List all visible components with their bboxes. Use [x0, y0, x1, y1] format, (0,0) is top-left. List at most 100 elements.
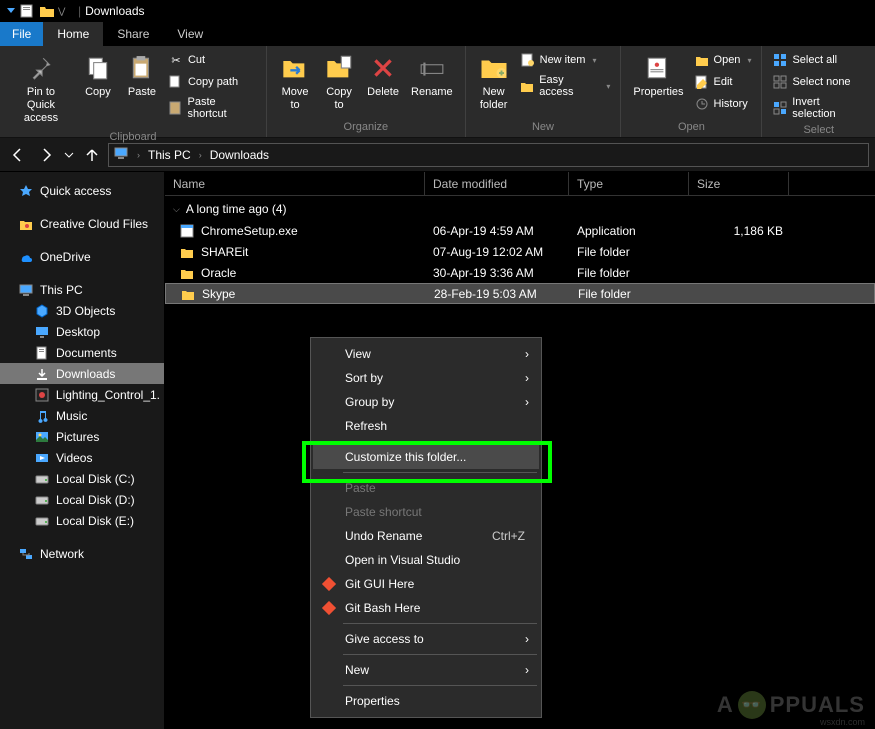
history-button[interactable]: History [690, 94, 756, 114]
navigation-pane: Quick access Creative Cloud Files OneDri… [0, 172, 165, 729]
address-path[interactable]: › This PC › Downloads [108, 143, 869, 167]
nav-lighting-control[interactable]: Lighting_Control_1. [0, 384, 164, 405]
delete-button[interactable]: Delete [361, 48, 405, 103]
new-group-label: New [472, 119, 615, 135]
nav-videos[interactable]: Videos [0, 447, 164, 468]
ctx-refresh[interactable]: Refresh [313, 414, 539, 438]
select-all-button[interactable]: Select all [768, 50, 869, 70]
nav-disk-c[interactable]: Local Disk (C:) [0, 468, 164, 489]
edit-icon [694, 74, 710, 90]
open-icon [694, 52, 710, 68]
ctx-separator [343, 472, 537, 473]
pin-to-quick-access-button[interactable]: Pin to Quick access [6, 48, 76, 129]
group-header[interactable]: ⌵A long time ago (4) [165, 196, 875, 220]
copy-to-button[interactable]: Copy to [317, 48, 361, 116]
nav-pictures[interactable]: Pictures [0, 426, 164, 447]
column-name[interactable]: Name [165, 172, 425, 195]
nav-creative-cloud[interactable]: Creative Cloud Files [0, 213, 164, 234]
nav-network[interactable]: Network [0, 543, 164, 564]
delete-label: Delete [367, 86, 399, 99]
tab-file[interactable]: File [0, 22, 43, 46]
new-folder-button[interactable]: New folder [472, 48, 516, 116]
ctx-give-access[interactable]: Give access to› [313, 627, 539, 651]
file-type: Application [571, 224, 691, 238]
ribbon-group-clipboard: Pin to Quick access Copy Paste ✂Cut Copy… [0, 46, 267, 137]
file-row[interactable]: ChromeSetup.exe 06-Apr-19 4:59 AM Applic… [165, 220, 875, 241]
rename-button[interactable]: Rename [405, 48, 459, 103]
nav-back-button[interactable] [6, 143, 30, 167]
breadcrumb-downloads[interactable]: Downloads [210, 148, 269, 162]
ctx-git-bash[interactable]: Git Bash Here [313, 596, 539, 620]
ctx-sort-by[interactable]: Sort by› [313, 366, 539, 390]
nav-desktop[interactable]: Desktop [0, 321, 164, 342]
column-date[interactable]: Date modified [425, 172, 569, 195]
copy-button[interactable]: Copy [76, 48, 120, 103]
paste-shortcut-icon [168, 100, 184, 116]
nav-this-pc[interactable]: This PC [0, 279, 164, 300]
folder-icon [179, 265, 195, 281]
new-item-button[interactable]: New item▾ [516, 50, 615, 70]
tab-share[interactable]: Share [103, 22, 163, 46]
nav-quick-access[interactable]: Quick access [0, 180, 164, 201]
ctx-git-gui[interactable]: Git GUI Here [313, 572, 539, 596]
properties-button[interactable]: Properties [627, 48, 689, 103]
ctx-view[interactable]: View› [313, 342, 539, 366]
column-headers: Name Date modified Type Size [165, 172, 875, 196]
star-icon [18, 183, 34, 199]
tab-home[interactable]: Home [43, 22, 103, 46]
ctx-new[interactable]: New› [313, 658, 539, 682]
file-size: 1,186 KB [691, 224, 791, 238]
file-type: File folder [572, 287, 692, 301]
tab-view[interactable]: View [163, 22, 217, 46]
git-icon [321, 576, 337, 592]
disk-icon [34, 471, 50, 487]
paste-button[interactable]: Paste [120, 48, 164, 103]
nav-music[interactable]: Music [0, 405, 164, 426]
select-none-button[interactable]: Select none [768, 72, 869, 92]
copy-path-button[interactable]: Copy path [164, 72, 260, 92]
ribbon-tabs: File Home Share View [0, 22, 875, 46]
paste-icon [126, 52, 158, 84]
paste-label: Paste [128, 86, 156, 99]
breadcrumb-this-pc[interactable]: This PC [148, 148, 191, 162]
open-button[interactable]: Open▾ [690, 50, 756, 70]
column-size[interactable]: Size [689, 172, 789, 195]
nav-downloads[interactable]: Downloads [0, 363, 164, 384]
ctx-customize-folder[interactable]: Customize this folder... [313, 445, 539, 469]
file-row[interactable]: SHAREit 07-Aug-19 12:02 AM File folder [165, 241, 875, 262]
nav-disk-d[interactable]: Local Disk (D:) [0, 489, 164, 510]
file-row[interactable]: Oracle 30-Apr-19 3:36 AM File folder [165, 262, 875, 283]
nav-recent-dropdown[interactable] [62, 143, 76, 167]
column-type[interactable]: Type [569, 172, 689, 195]
history-icon [694, 96, 710, 112]
folder-icon [179, 244, 195, 260]
file-date: 07-Aug-19 12:02 AM [427, 245, 571, 259]
ctx-properties[interactable]: Properties [313, 689, 539, 713]
ctx-undo-rename[interactable]: Undo RenameCtrl+Z [313, 524, 539, 548]
disk-icon [34, 513, 50, 529]
properties-label: Properties [633, 86, 683, 99]
qat-folder-icon[interactable] [39, 3, 55, 19]
nav-forward-button[interactable] [34, 143, 58, 167]
cut-button[interactable]: ✂Cut [164, 50, 260, 70]
paste-shortcut-button[interactable]: Paste shortcut [164, 94, 260, 122]
nav-up-button[interactable] [80, 143, 104, 167]
folder-icon [180, 286, 196, 302]
nav-onedrive[interactable]: OneDrive [0, 246, 164, 267]
invert-selection-button[interactable]: Invert selection [768, 94, 869, 122]
file-row[interactable]: Skype 28-Feb-19 5:03 AM File folder [165, 283, 875, 304]
nav-3d-objects[interactable]: 3D Objects [0, 300, 164, 321]
ctx-separator [343, 441, 537, 442]
move-to-button[interactable]: Move to [273, 48, 317, 116]
ribbon-group-new: New folder New item▾ Easy access▾ New [466, 46, 622, 137]
edit-button[interactable]: Edit [690, 72, 756, 92]
qat-customize-dropdown[interactable]: ⋁ [58, 6, 68, 17]
nav-documents[interactable]: Documents [0, 342, 164, 363]
nav-disk-e[interactable]: Local Disk (E:) [0, 510, 164, 531]
title-divider: | [78, 4, 81, 18]
qat-properties-icon[interactable] [20, 3, 36, 19]
pictures-icon [34, 429, 50, 445]
ctx-group-by[interactable]: Group by› [313, 390, 539, 414]
ctx-open-visual-studio[interactable]: Open in Visual Studio [313, 548, 539, 572]
easy-access-button[interactable]: Easy access▾ [516, 72, 615, 100]
